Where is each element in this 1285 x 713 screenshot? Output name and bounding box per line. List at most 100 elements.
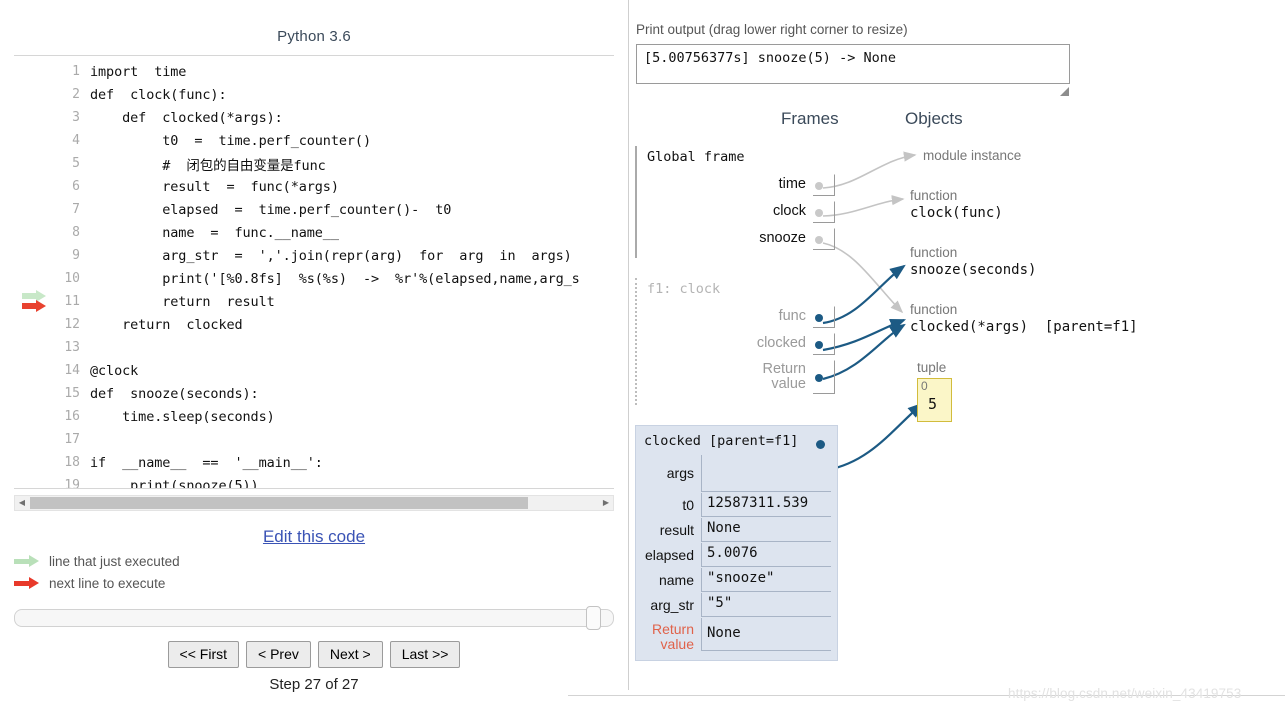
code-line-text: print(snooze(5)) [90,477,259,489]
line-number: 14 [64,363,80,378]
row-key: Return value [651,621,694,652]
var-value-box [813,332,835,355]
code-line: 14 @clock [14,359,614,382]
row-value: "5" [701,593,831,617]
scrollbar-thumb[interactable] [30,497,528,509]
code-line: 7 elapsed = time.perf_counter()- t0 [14,198,614,221]
code-line: 17 [14,428,614,451]
f1-frame-title: f1: clock [647,281,721,297]
execution-marker-cell [14,244,56,267]
print-output-label: Print output (drag lower right corner to… [636,22,908,37]
code-line-text: t0 = time.perf_counter() [90,132,371,149]
var-label: time [778,175,806,192]
var-label: Return value [762,360,806,392]
clocked-row-t0: t0 12587311.539 [642,493,831,517]
legend-next-line: next line to execute [14,576,628,591]
code-line-text: def snooze(seconds): [90,385,259,402]
code-display: 1 import time 2 def clock(func): 3 def clock… [14,55,614,489]
legend-just-executed: line that just executed [14,554,628,569]
code-line-text: return result [90,293,275,310]
red-arrow-icon [14,576,42,591]
code-line: 10 print('[%0.8fs] %s(%s) -> %r'%(elapse… [14,267,614,290]
execution-marker-cell [14,313,56,336]
object-type-label: tuple [917,360,947,375]
object-tuple: tuple 0 5 [917,360,952,423]
pythontutor-visualizer: Python 3.6 1 import time 2 def clock(func):… [0,0,1285,713]
row-key: args [666,465,694,482]
object-type-label: module instance [923,148,1022,163]
step-slider-handle[interactable] [586,606,601,630]
execution-marker-cell [14,221,56,244]
clocked-row-return-value: Return value None [642,618,831,652]
global-frame-title: Global frame [647,149,745,165]
code-line: 4 t0 = time.perf_counter() [14,129,614,152]
clocked-frame-title: clocked [parent=f1] [644,433,799,449]
object-value-label: snooze(seconds) [910,262,1037,279]
line-number: 4 [72,133,80,148]
row-value: "snooze" [701,568,831,592]
line-number: 2 [72,87,80,102]
clocked-frame: clocked [parent=f1] args t0 12587311.539… [635,425,838,662]
pointer-dot-icon [815,340,823,349]
code-line: 12 return clocked [14,313,614,336]
code-horizontal-scrollbar[interactable]: ◀ ▶ [14,495,614,511]
pointer-dot-icon [815,235,823,244]
code-line-text: # 闭包的自由变量是func [90,157,326,174]
object-function-snooze: function snooze(seconds) [910,245,1036,280]
object-type-label: function [910,302,958,317]
line-number: 11 [64,294,80,309]
next-step-button[interactable]: Next > [317,641,383,669]
code-line-text: name = func.__name__ [90,224,339,241]
execution-marker-cell [14,175,56,198]
pointer-dot-icon [816,440,825,449]
clocked-row-name: name "snooze" [642,568,831,592]
frame-var-func: func [637,303,835,330]
pointer-dot-icon [815,181,823,190]
resize-handle-icon[interactable] [1059,86,1069,96]
var-value-box [813,200,835,223]
navigation-buttons: << First < Prev Next > Last >> [0,641,628,669]
execution-marker-cell [14,129,56,152]
row-key: result [659,521,694,538]
last-step-button[interactable]: Last >> [389,641,461,669]
edit-this-code-link[interactable]: Edit this code [263,527,365,546]
var-label: snooze [759,229,806,246]
code-line-text: elapsed = time.perf_counter()- t0 [90,201,452,218]
line-number: 9 [72,248,80,263]
code-line: 2 def clock(func): [14,83,614,106]
pointer-dot-icon [815,313,823,322]
execution-marker-cell [14,382,56,405]
line-number: 3 [72,110,80,125]
code-line-text: def clocked(*args): [90,109,283,126]
execution-marker-cell [14,267,56,290]
step-slider[interactable] [14,606,614,630]
object-value-label: clock(func) [910,205,1003,222]
var-value-box [813,305,835,328]
var-label: clocked [756,334,806,351]
clocked-row-arg-str: arg_str "5" [642,593,831,617]
object-function-clocked: function clocked(*args) [parent=f1] [910,302,1138,337]
line-number: 16 [64,409,80,424]
execution-marker-cell [14,198,56,221]
green-arrow-icon [14,554,42,569]
object-type-label: function [910,245,958,260]
print-output-box[interactable]: [5.00756377s] snooze(5) -> None [636,44,1070,84]
row-key: t0 [682,496,694,513]
red-arrow-icon [22,300,46,312]
scroll-right-icon[interactable]: ▶ [599,499,613,507]
scroll-left-icon[interactable]: ◀ [15,499,29,507]
f1-clock-frame: f1: clock func clocked Return value [635,278,835,405]
code-line: 1 import time [14,60,614,83]
frame-var-return-value: Return value [637,357,835,397]
object-value-label: clocked(*args) [parent=f1] [910,319,1138,336]
code-line: 11 return result [14,290,614,313]
line-number: 1 [72,64,80,79]
execution-marker-cell [14,359,56,382]
var-value-box [813,173,835,196]
first-step-button[interactable]: << First [167,641,240,669]
line-number: 13 [64,340,80,355]
visualization-panel: Print output (drag lower right corner to… [630,0,1285,713]
prev-step-button[interactable]: < Prev [246,641,311,669]
python-version-label: Python 3.6 [277,28,351,45]
tuple-value-label: 5 [928,395,938,414]
